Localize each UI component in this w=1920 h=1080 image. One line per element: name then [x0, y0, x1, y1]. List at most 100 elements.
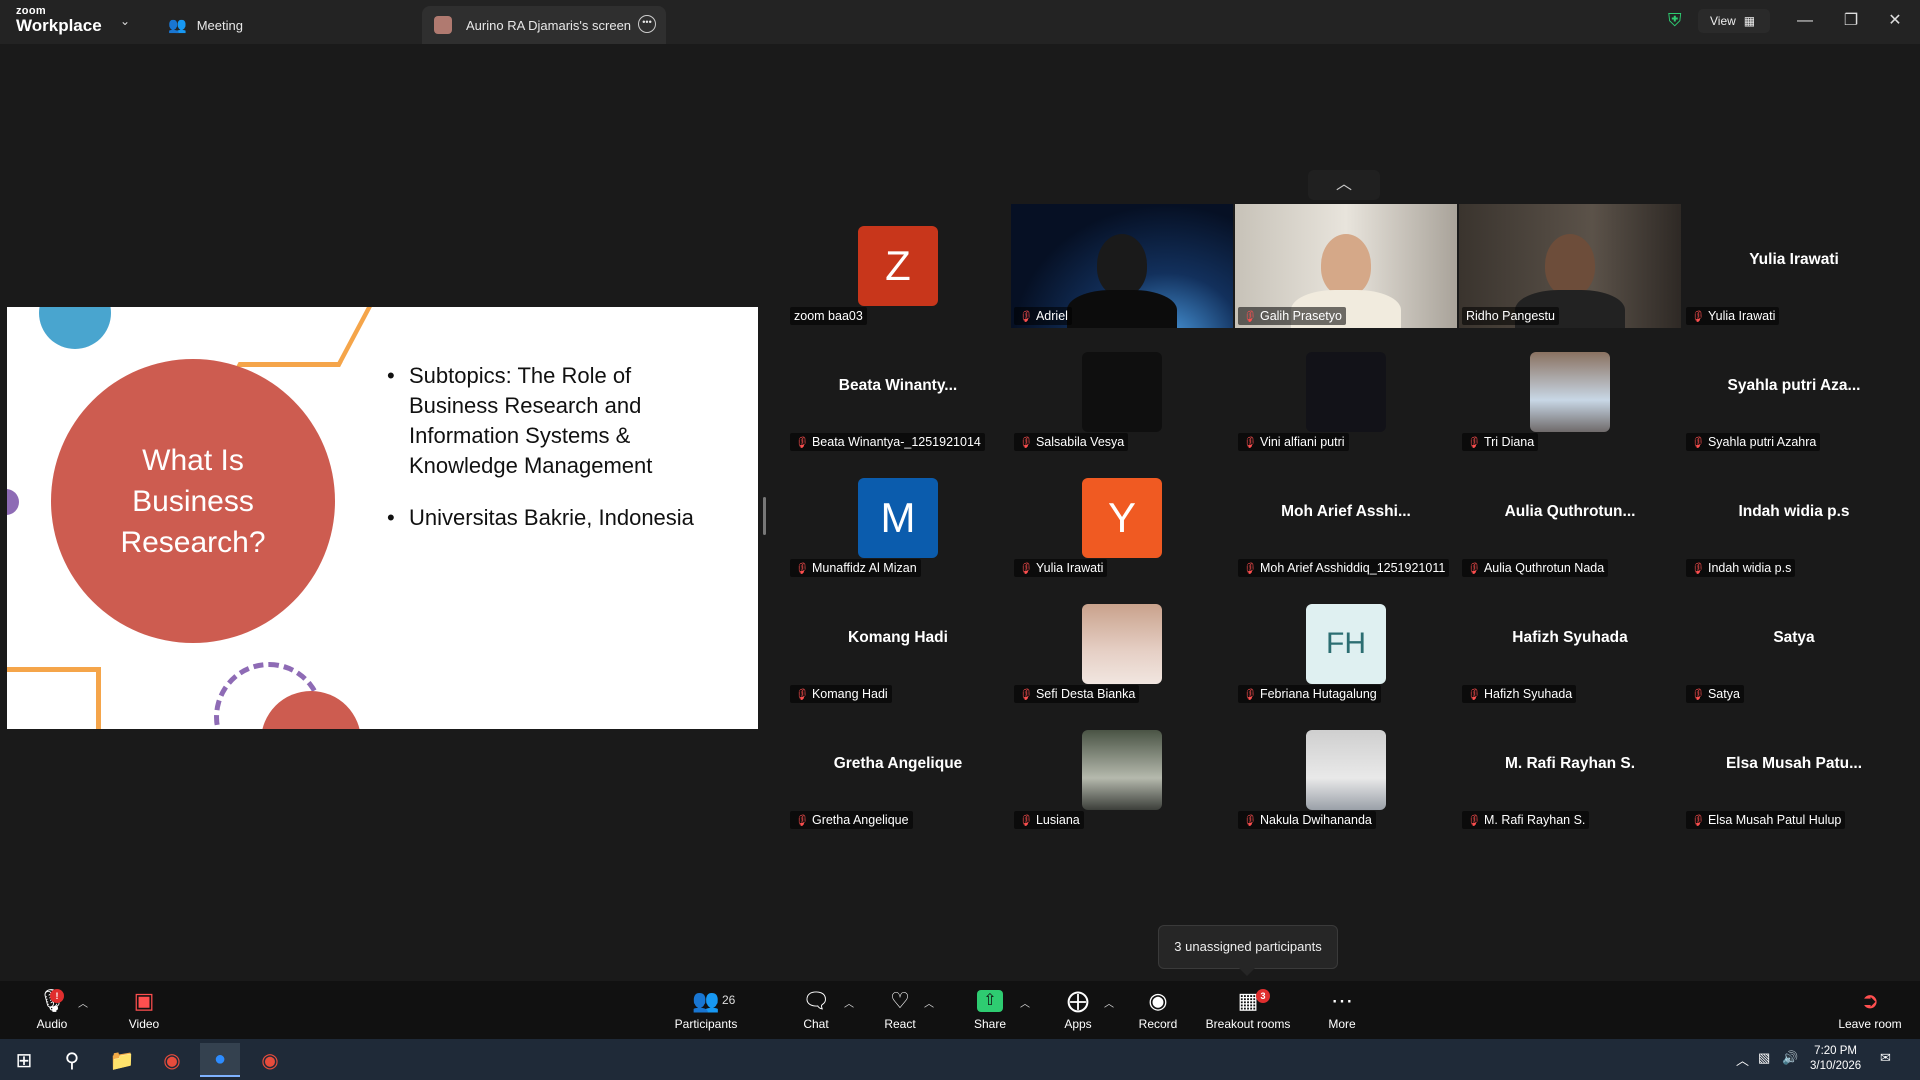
restore-button[interactable]: ❐ [1836, 8, 1866, 34]
apps-options-caret[interactable]: ︿ [1104, 995, 1114, 1010]
participant-tile[interactable]: 🎙 Lusiana [1011, 708, 1233, 832]
participant-tile[interactable]: Syahla putri Aza... 🎙 Syahla putri Azahra [1683, 330, 1905, 454]
minimize-button[interactable]: — [1790, 8, 1820, 34]
participant-tile[interactable]: 🎙 Salsabila Vesya [1011, 330, 1233, 454]
participant-avatar: Y [1082, 478, 1162, 558]
participant-tile[interactable]: 🎙 Galih Prasetyo [1235, 204, 1457, 328]
meeting-toolbar: 🎙 Audio ! ︿ ▣ Video 👥 Participants 26 🗨 … [0, 981, 1920, 1039]
participant-tile[interactable]: M 🎙 Munaffidz Al Mizan [787, 456, 1009, 580]
apps-icon: ⨁ [1067, 988, 1089, 1013]
mic-muted-icon: 🎙 [794, 814, 808, 827]
participant-photo [1306, 730, 1386, 810]
participant-name: Gretha Angelique [811, 813, 909, 827]
participant-silhouette [1097, 234, 1147, 296]
mic-muted-icon: 🎙 [1466, 688, 1480, 701]
participant-tile[interactable]: 🎙 Vini alfiani putri [1235, 330, 1457, 454]
zoom-app-icon[interactable]: ● [200, 1043, 240, 1077]
mic-muted-icon: 🎙 [1690, 562, 1704, 575]
participant-name-label: 🎙 Nakula Dwihananda [1238, 811, 1376, 829]
title-bar: zoom Workplace ⌄ 👥 Meeting Aurino RA Dja… [0, 0, 1920, 44]
participant-name-label: 🎙 Gretha Angelique [790, 811, 913, 829]
participant-display-name: Satya [1773, 629, 1815, 646]
participant-tile[interactable]: 🎙 Adriel [1011, 204, 1233, 328]
share-button[interactable]: ⇧ Share [950, 987, 1030, 1031]
participant-name: Lusiana [1035, 813, 1080, 827]
participant-display-name: Indah widia p.s [1738, 503, 1850, 520]
participant-tile[interactable]: 🎙 Tri Diana [1459, 330, 1681, 454]
participant-tile[interactable]: M. Rafi Rayhan S. 🎙 M. Rafi Rayhan S. [1459, 708, 1681, 832]
chat-options-caret[interactable]: ︿ [844, 995, 854, 1010]
security-shield-icon[interactable]: ⛨ [1668, 10, 1688, 32]
zoom-workplace-logo[interactable]: zoom Workplace [16, 6, 102, 35]
breakout-badge: 3 [1256, 989, 1270, 1003]
share-options-caret[interactable]: ︿ [1020, 995, 1030, 1010]
more-options-icon[interactable]: ••• [638, 15, 656, 33]
audio-options-caret[interactable]: ︿ [78, 995, 88, 1010]
mic-muted-icon: 🎙 [1690, 814, 1704, 827]
chrome-icon[interactable]: ◉ [250, 1043, 290, 1077]
participant-tile[interactable]: Moh Arief Asshi... 🎙 Moh Arief Asshiddiq_1… [1235, 456, 1457, 580]
react-options-caret[interactable]: ︿ [924, 995, 934, 1010]
participant-tile[interactable]: Beata Winanty... 🎙 Beata Winantya-_1251921… [787, 330, 1009, 454]
participant-tile[interactable]: Hafizh Syuhada 🎙 Hafizh Syuhada [1459, 582, 1681, 706]
chrome-icon[interactable]: ◉ [152, 1043, 192, 1077]
participant-photo [1082, 730, 1162, 810]
participant-tile[interactable]: 🎙 Sefi Desta Bianka [1011, 582, 1233, 706]
participant-name: Komang Hadi [811, 687, 888, 701]
chevron-down-icon[interactable]: ⌄ [120, 14, 130, 28]
participant-tile[interactable]: Elsa Musah Patu... 🎙 Elsa Musah Patul Hulu… [1683, 708, 1905, 832]
participant-tile[interactable]: Indah widia p.s 🎙 Indah widia p.s [1683, 456, 1905, 580]
participant-tile[interactable]: Satya 🎙 Satya [1683, 582, 1905, 706]
participant-tile[interactable]: Zzoom baa03 [787, 204, 1009, 328]
mic-muted-icon: 🎙 [794, 562, 808, 575]
volume-icon[interactable]: 🔊 [1782, 1050, 1798, 1066]
search-icon[interactable]: ⚲ [52, 1043, 92, 1077]
participant-name: Salsabila Vesya [1035, 435, 1125, 449]
windows-start-icon[interactable]: ⊞ [4, 1043, 44, 1077]
participant-photo [1082, 352, 1162, 432]
more-button[interactable]: ⋯ More [1302, 987, 1382, 1031]
share-icon: ⇧ [977, 990, 1003, 1012]
participant-name: Aulia Quthrotun Nada [1483, 561, 1605, 575]
bullet-item: Subtopics: The Role of Business Research… [387, 361, 717, 481]
participant-name-label: 🎙 Satya [1686, 685, 1744, 703]
view-button[interactable]: View ▦ [1698, 9, 1770, 33]
tray-overflow-icon[interactable]: ︿ [1736, 1050, 1749, 1069]
participant-name: Indah widia p.s [1707, 561, 1792, 575]
participant-name-label: 🎙 M. Rafi Rayhan S. [1462, 811, 1590, 829]
participant-display-name: Moh Arief Asshi... [1281, 503, 1411, 520]
participant-name-label: 🎙 Adriel [1014, 307, 1072, 325]
participant-display-name: Aulia Quthrotun... [1504, 503, 1636, 520]
split-drag-handle[interactable] [763, 497, 766, 535]
network-icon[interactable]: ▧ [1758, 1050, 1770, 1066]
participant-body [1067, 290, 1177, 328]
tab-meeting[interactable]: 👥 Meeting [168, 6, 243, 44]
participant-tile[interactable]: FH 🎙 Febriana Hutagalung [1235, 582, 1457, 706]
participant-silhouette [1321, 234, 1371, 296]
participant-name: zoom baa03 [794, 309, 863, 323]
breakout-rooms-button[interactable]: ▦ Breakout rooms [1206, 987, 1291, 1031]
file-explorer-icon[interactable]: 📁 [102, 1043, 142, 1077]
system-clock[interactable]: 7:20 PM 3/10/2026 [1810, 1044, 1861, 1074]
participant-tile[interactable]: Aulia Quthrotun... 🎙 Aulia Quthrotun Nada [1459, 456, 1681, 580]
participant-name: Yulia Irawati [1707, 309, 1776, 323]
slide-bullets: Subtopics: The Role of Business Research… [387, 361, 717, 555]
participant-tile[interactable]: Komang Hadi 🎙 Komang Hadi [787, 582, 1009, 706]
video-button[interactable]: ▣ Video [104, 987, 184, 1031]
close-button[interactable]: ✕ [1880, 8, 1910, 34]
mic-muted-icon: 🎙 [1242, 814, 1256, 827]
tab-shared-screen[interactable]: Aurino RA Djamaris's screen ••• [422, 6, 666, 44]
record-button[interactable]: ◉ Record [1118, 987, 1198, 1031]
participant-tile[interactable]: Ridho Pangestu [1459, 204, 1681, 328]
leave-room-button[interactable]: ➲ Leave room [1830, 987, 1910, 1031]
participant-tile[interactable]: Yulia Irawati 🎙 Yulia Irawati [1683, 204, 1905, 328]
participant-tile[interactable]: 🎙 Nakula Dwihananda [1235, 708, 1457, 832]
participant-tile[interactable]: Y 🎙 Yulia Irawati [1011, 456, 1233, 580]
participant-tile[interactable]: Gretha Angelique 🎙 Gretha Angelique [787, 708, 1009, 832]
notifications-icon[interactable]: ✉ [1880, 1050, 1891, 1066]
gallery-scroll-up-button[interactable]: ︿ [1308, 170, 1380, 200]
participant-name-label: 🎙 Komang Hadi [790, 685, 892, 703]
participant-display-name: Komang Hadi [848, 629, 948, 646]
participant-avatar: FH [1306, 604, 1386, 684]
participants-count: 26 [722, 993, 736, 1007]
